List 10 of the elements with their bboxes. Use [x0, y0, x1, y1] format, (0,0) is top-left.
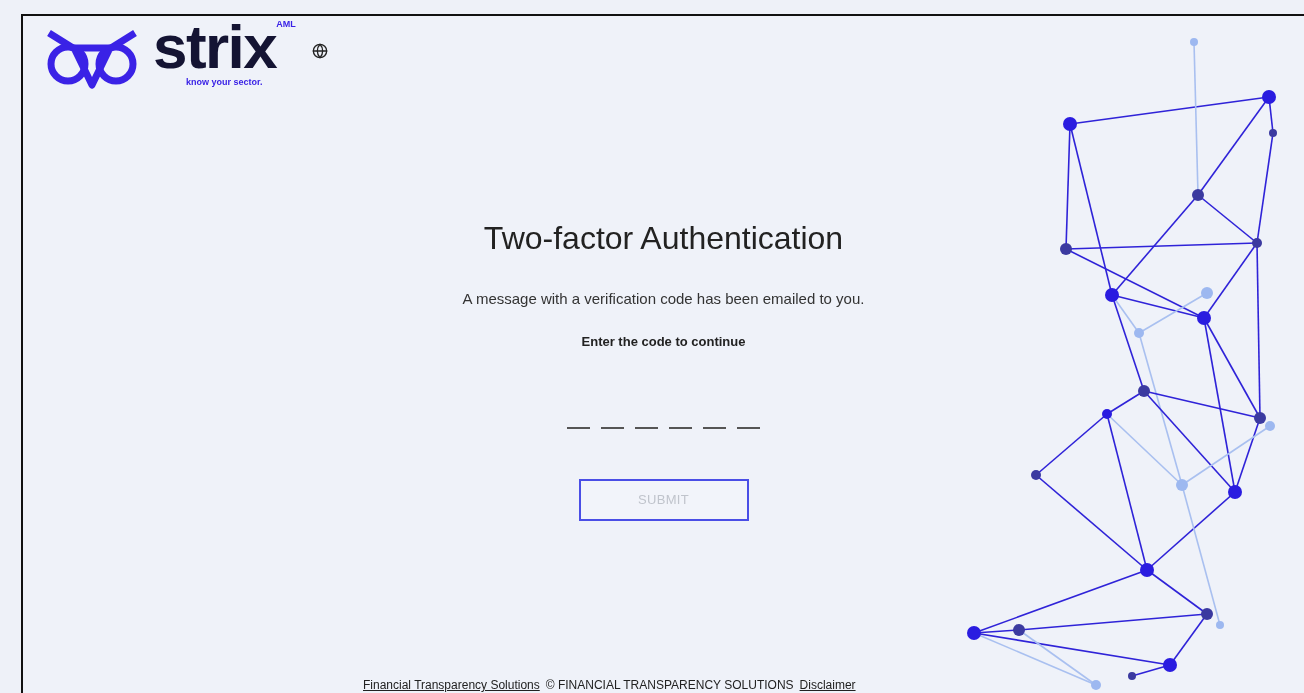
company-link[interactable]: Financial Transparency Solutions [363, 677, 540, 693]
language-globe-icon[interactable] [311, 43, 328, 59]
code-instruction: Enter the code to continue [581, 332, 746, 351]
page-title: Two-factor Authentication [483, 219, 844, 258]
logo-wordmark: strix [153, 16, 277, 78]
logo-tagline: know your sector. [186, 76, 263, 89]
verification-message: A message with a verification code has been emailed to you. [462, 289, 865, 309]
disclaimer-link[interactable]: Disclaimer [799, 677, 856, 693]
aml-label: AML [276, 18, 296, 29]
copyright-text: © FINANCIAL TRANSPARENCY SOLUTIONS [545, 677, 794, 693]
